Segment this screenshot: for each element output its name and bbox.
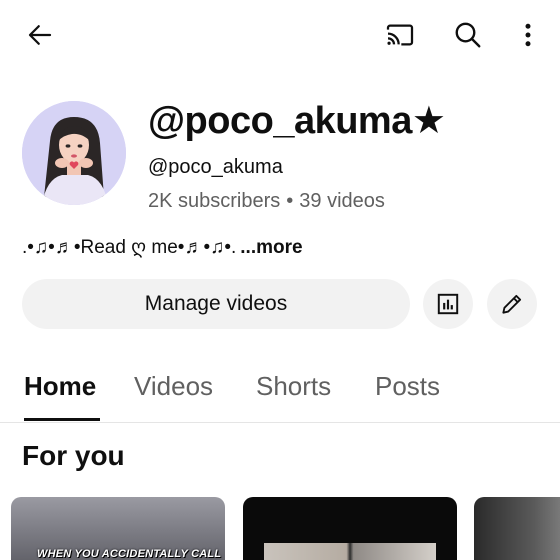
analytics-icon (437, 293, 459, 315)
description-text: .•♫•♬•Read ღ me•♬•♫•. (22, 237, 237, 258)
active-tab-indicator (24, 418, 100, 421)
cast-icon (386, 24, 414, 46)
description-more-link[interactable]: ...more (240, 237, 302, 258)
manage-videos-button[interactable]: Manage videos (22, 279, 410, 329)
tab-home[interactable]: Home (24, 371, 96, 402)
pencil-icon (502, 294, 522, 314)
channel-handle: @poco_akuma (148, 156, 283, 178)
channel-page: @poco_akuma★ @poco_akuma 2K subscribers •… (0, 0, 560, 560)
search-icon (455, 22, 481, 48)
tab-shorts[interactable]: Shorts (256, 371, 331, 402)
channel-avatar[interactable] (22, 101, 126, 205)
more-options-button[interactable] (506, 13, 550, 57)
video-count: 39 videos (299, 190, 385, 212)
channel-tabs: Home Videos Shorts Posts (0, 360, 560, 423)
thumbnail-image (264, 543, 436, 560)
channel-description[interactable]: .•♫•♬•Read ღ me•♬•♫•. ...more (22, 236, 303, 259)
analytics-button[interactable] (423, 279, 473, 329)
thumbnail-caption: WHEN YOU ACCIDENTALLY CALL (37, 548, 222, 560)
video-thumbnail[interactable] (474, 497, 560, 560)
search-button[interactable] (446, 13, 490, 57)
stats-separator: • (286, 190, 294, 212)
back-button[interactable] (18, 13, 62, 57)
tab-posts[interactable]: Posts (375, 371, 440, 402)
video-thumbnail[interactable]: WHEN YOU ACCIDENTALLY CALL (11, 497, 225, 560)
channel-title: @poco_akuma★ (148, 100, 446, 142)
for-you-heading: For you (22, 440, 125, 471)
video-thumbnail[interactable] (243, 497, 457, 560)
edit-channel-button[interactable] (487, 279, 537, 329)
tab-videos[interactable]: Videos (134, 371, 213, 402)
arrow-left-icon (28, 25, 52, 45)
avatar-illustration (22, 101, 126, 205)
cast-button[interactable] (378, 13, 422, 57)
top-app-bar (0, 0, 560, 70)
channel-stats: 2K subscribers • 39 videos (148, 190, 385, 213)
more-vertical-icon (525, 23, 531, 47)
subscriber-count: 2K subscribers (148, 190, 281, 212)
